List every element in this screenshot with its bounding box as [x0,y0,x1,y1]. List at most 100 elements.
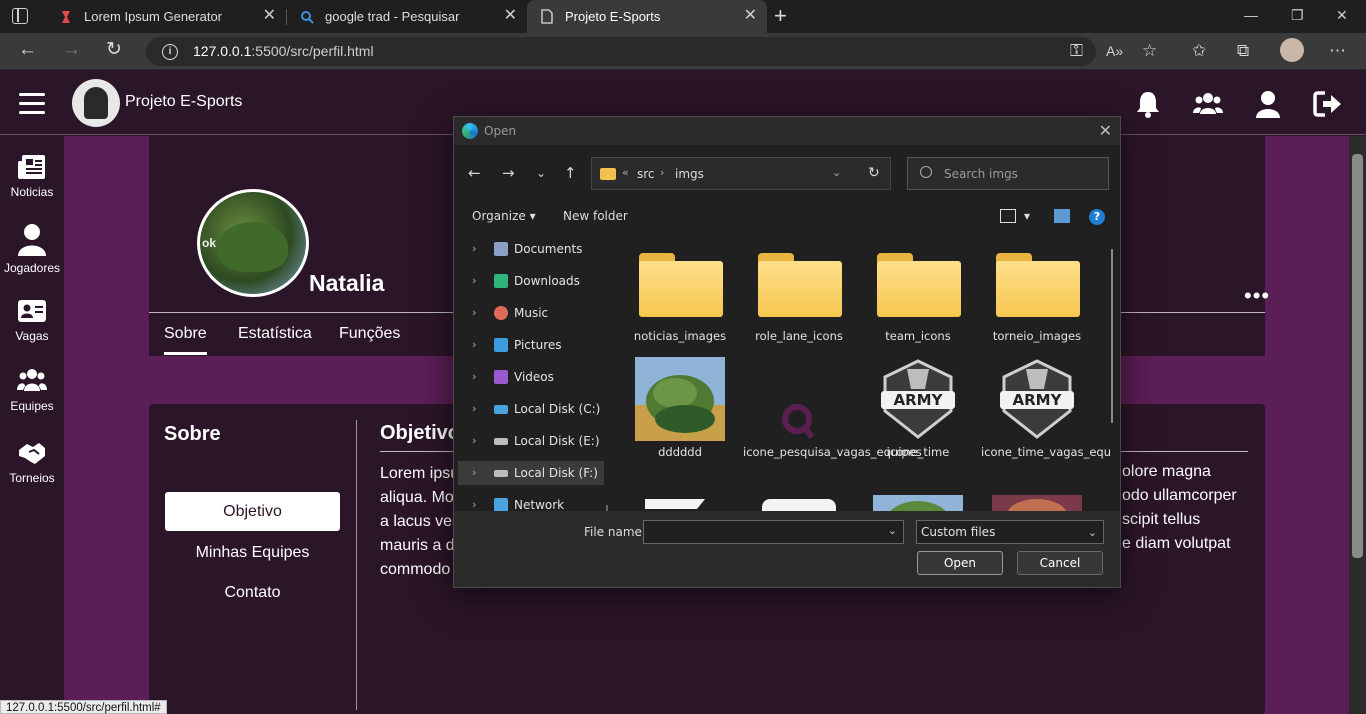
tab-funcoes[interactable]: Funções [339,325,400,343]
breadcrumb-src[interactable]: src [637,167,655,181]
refresh-icon[interactable]: ↻ [868,165,880,181]
file-item-torneio-images[interactable]: torneio_images [981,241,1093,344]
key-icon[interactable]: ⚿ [1070,41,1083,61]
tree-item-downloads[interactable]: › Downloads [458,269,604,293]
tree-item-music[interactable]: › Music [458,301,604,325]
file-grid-scrollbar[interactable] [1111,249,1113,423]
browser-tab-bar: Lorem Ipsum Generator ✕ google trad - Pe… [0,0,1366,33]
path-breadcrumb[interactable]: « src › imgs ⌄ ↻ [591,157,891,190]
user-icon[interactable] [1253,89,1283,119]
page-scrollbar[interactable] [1349,136,1366,714]
view-dropdown-icon[interactable]: ▾ [1024,209,1030,223]
minhas-equipes-button[interactable]: Minhas Equipes [165,533,340,572]
breadcrumb-imgs[interactable]: imgs [675,167,704,181]
file-name-combobox[interactable]: ⌄ [643,520,904,544]
up-folder-icon[interactable]: ↑ [564,164,577,182]
tab-actions-icon[interactable] [12,8,28,24]
file-item-partial[interactable] [743,495,855,511]
browser-tab-google[interactable]: google trad - Pesquisar ✕ [287,0,527,33]
sidebar-item-vagas[interactable]: Vagas [0,296,64,343]
sidebar-item-noticias[interactable]: Noticias [0,152,64,199]
file-type-select[interactable]: Custom files ⌄ [916,520,1104,544]
new-tab-icon[interactable]: + [774,5,787,27]
tree-item-videos[interactable]: › Videos [458,365,604,389]
site-logo[interactable] [72,79,120,127]
sidebar-item-torneios[interactable]: Torneios [0,438,64,485]
sidebar-label: Noticias [10,185,54,199]
dialog-back-icon[interactable]: ← [468,164,481,182]
close-tab-icon[interactable]: ✕ [744,8,757,24]
tree-item-drive-f[interactable]: › Local Disk (F:) [458,461,604,485]
file-item-partial[interactable] [981,495,1093,511]
tree-item-network[interactable]: › Network [458,493,604,511]
search-input[interactable] [944,165,1094,183]
users-icon[interactable] [1193,89,1223,119]
sidebar-item-equipes[interactable]: Equipes [0,366,64,413]
back-icon[interactable]: ← [18,40,37,60]
tree-item-pictures[interactable]: › Pictures [458,333,604,357]
read-aloud-icon[interactable]: A» [1106,41,1123,61]
close-tab-icon[interactable]: ✕ [263,8,276,24]
file-item-dddddd[interactable]: dddddd [624,357,736,460]
tree-item-drive-c[interactable]: › Local Disk (C:) [458,397,604,421]
sidebar-item-jogadores[interactable]: Jogadores [0,222,64,275]
file-item-icone-time[interactable]: ARMY icone_time [862,357,974,460]
file-item-icone-time-vagas-equipes[interactable]: ARMY icone_time_vagas_equipes [981,357,1110,460]
file-item-noticias-images[interactable]: noticias_images [624,241,736,344]
file-item-partial[interactable] [624,495,736,511]
svg-text:ARMY: ARMY [1013,391,1063,409]
sidebar-label: Vagas [15,329,49,343]
videos-icon [494,370,508,384]
open-file-dialog: Open ✕ ← → ⌄ ↑ « src › imgs ⌄ ↻ Organize… [453,116,1121,588]
file-name: torneio_images [992,329,1082,343]
file-item-partial[interactable] [862,495,974,511]
site-info-icon[interactable]: i [162,44,178,60]
file-item-role-lane-icons[interactable]: role_lane_icons [743,241,855,344]
more-icon[interactable]: ⋯ [1329,41,1346,61]
bell-icon[interactable] [1133,89,1163,119]
tab-sobre[interactable]: Sobre [164,325,207,355]
profile-options-icon[interactable]: ••• [1244,285,1270,307]
search-box[interactable] [907,157,1109,190]
file-item-team-icons[interactable]: team_icons [862,241,974,344]
dialog-titlebar: Open ✕ [454,117,1120,145]
url-field[interactable]: i 127.0.0.1:5500/src/perfil.html [146,37,1096,66]
menu-icon[interactable] [19,93,45,120]
dialog-close-icon[interactable]: ✕ [1099,121,1112,140]
file-grid: noticias_images role_lane_icons team_ico… [622,241,1110,511]
file-item-icone-pesquisa-vagas-equipes[interactable]: icone_pesquisa_vagas_equipes [743,357,922,460]
tree-item-drive-e[interactable]: › Local Disk (E:) [458,429,604,453]
organize-button[interactable]: Organize ▾ [472,209,536,223]
logout-icon[interactable] [1313,89,1343,119]
add-favorite-icon[interactable]: ☆ [1142,41,1157,61]
open-button[interactable]: Open [917,551,1003,575]
chevron-down-icon[interactable]: ⌄ [832,166,841,179]
tree-item-documents[interactable]: › Documents [458,237,604,261]
browser-tab-active[interactable]: Projeto E-Sports ✕ [527,0,767,33]
collections-icon[interactable]: ⧉ [1237,41,1249,61]
profile-avatar[interactable] [1280,38,1304,62]
lorem-favicon-icon [58,9,74,25]
chevron-down-icon[interactable]: ⌄ [888,524,897,537]
recent-locations-icon[interactable]: ⌄ [536,164,546,182]
minimize-icon[interactable]: — [1244,7,1258,23]
objetivo-button[interactable]: Objetivo [165,492,340,531]
refresh-icon[interactable]: ↻ [106,40,122,60]
lorem-fragment: odo ullamcorper [1122,487,1237,504]
dialog-forward-icon[interactable]: → [502,164,515,182]
forward-icon[interactable]: → [62,40,81,60]
card-divider [356,420,357,710]
view-mode-icon[interactable] [1000,209,1016,223]
contato-button[interactable]: Contato [165,573,340,612]
browser-tab-lorem[interactable]: Lorem Ipsum Generator ✕ [46,0,286,33]
restore-icon[interactable]: ❐ [1291,7,1304,24]
file-name-input[interactable] [644,521,874,543]
new-folder-button[interactable]: New folder [563,209,628,223]
close-tab-icon[interactable]: ✕ [504,8,517,24]
cancel-button[interactable]: Cancel [1017,551,1103,575]
preview-pane-icon[interactable] [1054,209,1070,223]
window-close-icon[interactable]: ✕ [1336,7,1348,24]
help-icon[interactable]: ? [1089,209,1105,225]
favorites-icon[interactable]: ✩ [1192,41,1206,61]
tab-estatistica[interactable]: Estatística [238,325,312,343]
